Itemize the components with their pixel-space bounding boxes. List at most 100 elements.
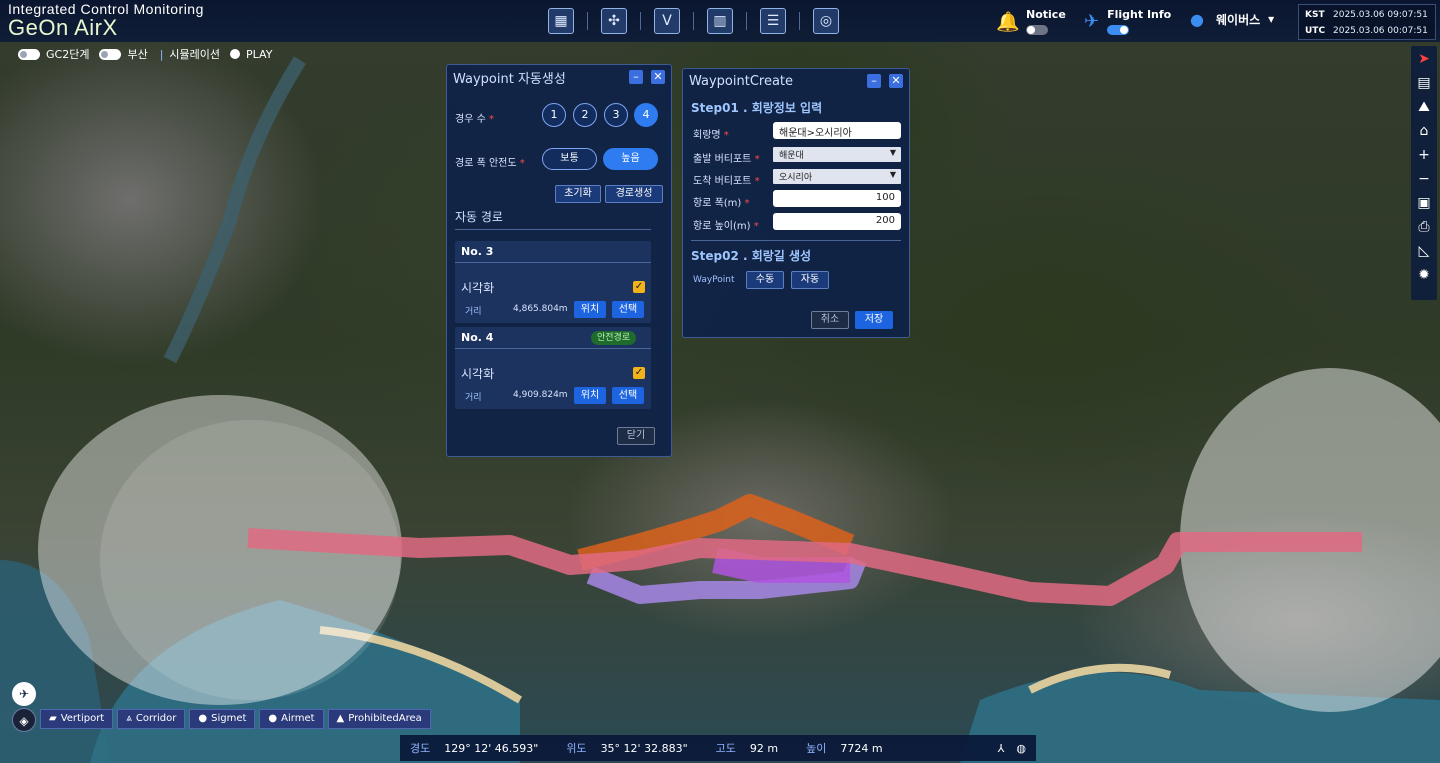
main-nav: ▦ ✣ V ▥ ☰ ◎ xyxy=(548,8,839,34)
kst-label: KST xyxy=(1305,10,1325,20)
select-button[interactable]: 선택 xyxy=(612,301,644,318)
simulation-label: 시뮬레이션 xyxy=(169,48,221,61)
layer-prohibited-area[interactable]: ▲ ProhibitedArea xyxy=(327,709,431,729)
home-icon[interactable]: ⌂ xyxy=(1414,122,1434,141)
notice-toggle-group: 🔔 Notice xyxy=(996,8,1066,35)
measure-icon[interactable]: ◺ xyxy=(1414,242,1434,261)
layer-corridor[interactable]: ⩓ Corridor xyxy=(117,709,186,729)
globe-settings-icon[interactable]: ◎ xyxy=(813,8,839,34)
coordinate-bar: 경도 129° 12' 46.593" 위도 35° 12' 32.883" 고… xyxy=(400,735,1036,761)
chevron-down-icon: ▼ xyxy=(889,148,896,157)
divider xyxy=(640,12,641,30)
flight-info-toggle[interactable] xyxy=(1107,25,1130,35)
play-icon[interactable] xyxy=(230,49,241,59)
save-button[interactable]: 저장 xyxy=(855,311,893,329)
longitude-label: 경도 xyxy=(410,742,431,755)
kst-time: 2025.03.06 09:07:51 xyxy=(1333,10,1428,20)
layer-airmet[interactable]: ● Airmet xyxy=(259,709,324,729)
minimize-button[interactable]: – xyxy=(629,70,643,84)
print-icon[interactable]: ⎙ xyxy=(1414,218,1434,237)
reset-button[interactable]: 초기화 xyxy=(555,185,601,203)
capture-icon[interactable]: ▣ xyxy=(1414,194,1434,213)
layers-fab-icon[interactable]: ◈ xyxy=(12,708,36,732)
divider: | xyxy=(159,47,164,61)
minimize-button[interactable]: – xyxy=(867,74,881,88)
arrival-select[interactable]: 오시리아 ▼ xyxy=(773,169,901,184)
width-safety-label: 경로 폭 안전도 * xyxy=(455,158,525,169)
case-option-1[interactable]: 1 xyxy=(542,103,566,127)
departure-label: 출발 버티포트 * xyxy=(693,154,760,165)
case-count-label: 경우 수 * xyxy=(455,114,494,125)
settings-icon[interactable]: ✹ xyxy=(1414,266,1434,285)
notice-toggle[interactable] xyxy=(1026,25,1048,35)
corridor-name-input[interactable]: 해운대>오시리아 xyxy=(773,122,901,139)
waypoint-create-panel: WaypointCreate – ✕ Step01 . 회랑정보 입력 회랑명 … xyxy=(682,68,910,338)
corridor-icon[interactable]: ▥ xyxy=(707,8,733,34)
arrival-label: 도착 버티포트 * xyxy=(693,176,760,187)
sigmet-icon: ● xyxy=(198,713,208,724)
corridor-name-label: 회랑명 * xyxy=(693,130,729,141)
gc2-toggle[interactable] xyxy=(18,48,40,60)
airmet-icon: ● xyxy=(268,713,278,724)
panel-title: Waypoint 자동생성 xyxy=(453,71,566,87)
globe-icon[interactable]: ◍ xyxy=(1016,742,1026,755)
close-button[interactable]: ✕ xyxy=(651,70,665,84)
vertiport-icon: ▰ xyxy=(49,713,57,724)
locate-button[interactable]: 위치 xyxy=(574,387,606,404)
user-menu[interactable]: ● 웨이버스 ▾ xyxy=(1190,10,1275,29)
chevron-down-icon: ▼ xyxy=(889,170,896,179)
case-option-3[interactable]: 3 xyxy=(604,103,628,127)
flight-info-toggle-group: ✈ Flight Info xyxy=(1084,8,1171,35)
vertiport-icon[interactable]: V xyxy=(654,8,680,34)
locate-button[interactable]: 위치 xyxy=(574,301,606,318)
terrain-icon[interactable]: ⛰ xyxy=(1414,98,1434,117)
play-button[interactable]: PLAY xyxy=(246,48,272,61)
axis-icon[interactable]: ⅄ xyxy=(998,742,1005,755)
close-button[interactable]: ✕ xyxy=(889,74,903,88)
divider xyxy=(691,240,901,241)
generate-route-button[interactable]: 경로생성 xyxy=(605,185,663,203)
auto-route-heading: 자동 경로 xyxy=(455,210,503,224)
route-card-3: No. 3 시각화 ✓ 거리 4,865.804m 위치 선택 xyxy=(455,241,651,323)
utc-time: 2025.03.06 00:07:51 xyxy=(1333,26,1428,36)
visualize-checkbox[interactable]: ✓ xyxy=(633,367,645,379)
zoom-out-icon[interactable]: − xyxy=(1414,170,1434,189)
user-icon: ● xyxy=(1190,10,1204,29)
compass-icon[interactable]: ➤ xyxy=(1414,50,1434,69)
busan-label: 부산 xyxy=(127,48,148,61)
route-width-input[interactable]: 100 xyxy=(773,190,901,207)
close-panel-button[interactable]: 닫기 xyxy=(617,427,655,445)
manual-button[interactable]: 수동 xyxy=(746,271,784,289)
chevron-down-icon: ▾ xyxy=(1268,12,1275,26)
layer-vertiport[interactable]: ▰ Vertiport xyxy=(40,709,114,729)
layer-sigmet[interactable]: ● Sigmet xyxy=(189,709,256,729)
departure-select[interactable]: 해운대 ▼ xyxy=(773,147,901,162)
dashboard-icon[interactable]: ☰ xyxy=(760,8,786,34)
zoom-in-icon[interactable]: + xyxy=(1414,146,1434,165)
cancel-button[interactable]: 취소 xyxy=(811,311,849,329)
visualize-checkbox[interactable]: ✓ xyxy=(633,281,645,293)
case-option-2[interactable]: 2 xyxy=(573,103,597,127)
busan-toggle[interactable] xyxy=(99,48,122,60)
route-number: No. 3 xyxy=(455,241,651,263)
drone-icon[interactable]: ✣ xyxy=(601,8,627,34)
bell-icon: 🔔 xyxy=(996,10,1020,33)
divider xyxy=(799,12,800,30)
map-layers-icon[interactable]: ▤ xyxy=(1414,74,1434,93)
altitude-label: 고도 xyxy=(715,742,736,755)
top-header: Integrated Control Monitoring GeOn AirX … xyxy=(0,0,1440,42)
drone-fab-icon[interactable]: ✈ xyxy=(12,682,36,706)
app-logo[interactable]: GeOn AirX xyxy=(8,15,118,41)
case-option-4[interactable]: 4 xyxy=(634,103,658,127)
panel-title: WaypointCreate xyxy=(689,73,794,89)
select-button[interactable]: 선택 xyxy=(612,387,644,404)
map-grid-icon[interactable]: ▦ xyxy=(548,8,574,34)
latitude-label: 위도 xyxy=(566,742,587,755)
plane-icon: ✈ xyxy=(1084,11,1100,32)
route-height-input[interactable]: 200 xyxy=(773,213,901,230)
divider xyxy=(693,12,694,30)
width-high-button[interactable]: 높음 xyxy=(603,148,658,170)
width-normal-button[interactable]: 보통 xyxy=(542,148,597,170)
visualize-label: 시각화 xyxy=(461,281,495,295)
auto-button[interactable]: 자동 xyxy=(791,271,829,289)
